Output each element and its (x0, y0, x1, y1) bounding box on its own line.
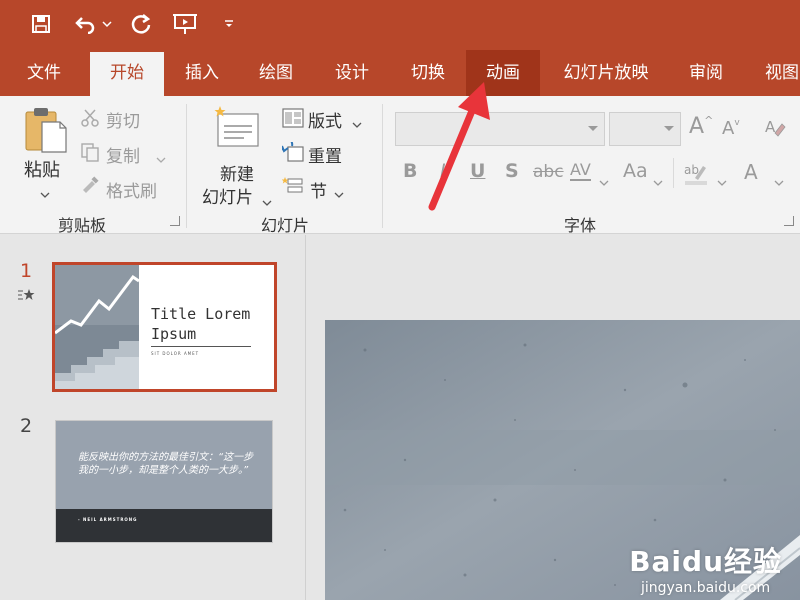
layout-button[interactable]: 版式 (308, 107, 342, 132)
highlight-dropdown-icon[interactable] (717, 172, 727, 191)
slides-group-label: 幻灯片 (260, 216, 309, 235)
paste-icon[interactable] (24, 106, 68, 158)
save-icon[interactable] (28, 10, 54, 38)
undo-icon[interactable] (72, 10, 98, 38)
font-family-combo[interactable] (395, 112, 605, 146)
slide-number-2: 2 (20, 415, 33, 437)
font-size-combo[interactable] (609, 112, 681, 146)
svg-text:A: A (765, 118, 776, 136)
font-color-button[interactable]: A (744, 160, 758, 184)
layout-dropdown-icon[interactable] (352, 114, 362, 133)
reset-icon[interactable] (279, 137, 304, 166)
customize-toolbar-icon[interactable] (222, 10, 236, 38)
baidu-watermark: Baidu经验 jingyan.baidu.com (629, 540, 782, 596)
new-slide-label[interactable]: 新建 (220, 160, 254, 185)
reset-button[interactable]: 重置 (308, 142, 342, 167)
change-case-dropdown-icon[interactable] (653, 172, 663, 191)
bold-button[interactable]: B (403, 160, 417, 182)
spacing-dropdown-icon[interactable] (599, 172, 609, 191)
watermark-brand: Baidu经验 (629, 545, 782, 578)
highlight-icon[interactable]: ab (683, 160, 709, 190)
strikethrough-button[interactable]: abc (533, 162, 564, 182)
copy-button[interactable]: 复制 (106, 142, 140, 167)
format-painter-button[interactable]: 格式刷 (106, 177, 157, 202)
clipboard-launcher-icon[interactable] (170, 216, 180, 226)
decrease-font-size-icon[interactable]: Av (722, 118, 740, 139)
font-divider (673, 158, 674, 188)
redo-icon[interactable] (128, 10, 154, 38)
ribbon-home: 粘贴 剪切 复制 格式刷 剪贴板 新建 幻灯片 版式 重置 节 幻灯片 A^ A… (0, 96, 800, 235)
tab-view[interactable]: 视图 (752, 50, 800, 96)
animation-star-icon (17, 287, 35, 306)
thumb1-title-line2: Ipsum (151, 325, 197, 343)
font-group-label: 字体 (563, 216, 596, 235)
tab-review[interactable]: 审阅 (674, 50, 738, 96)
tab-animations[interactable]: 动画 (466, 50, 540, 96)
group-divider (382, 104, 383, 228)
paste-label[interactable]: 粘贴 (24, 156, 60, 182)
slide-thumbnail-1[interactable]: Title Lorem Ipsum SIT DOLOR AMET (52, 262, 277, 392)
slide-thumbnail-2[interactable]: 能反映出你的方法的最佳引文：“这一步我的一小步，却是整个人类的一大步。” - N… (55, 420, 273, 543)
svg-text:ab: ab (684, 163, 699, 177)
tab-file[interactable]: 文件 (12, 50, 76, 96)
format-painter-icon[interactable] (80, 176, 100, 200)
group-divider (186, 104, 187, 228)
section-dropdown-icon[interactable] (334, 184, 344, 203)
thumb2-author: - NEIL ARMSTRONG (78, 517, 138, 522)
clear-formatting-icon[interactable]: A (764, 116, 786, 142)
slide-thumbnail-pane: 1 Title Lorem Ipsum SIT DOLOR AMET 2 能反映… (0, 235, 306, 600)
stairs-photo (55, 265, 139, 389)
start-from-beginning-icon[interactable] (170, 10, 200, 38)
section-icon[interactable] (281, 176, 304, 200)
character-spacing-button[interactable]: AV (570, 160, 591, 181)
change-case-button[interactable]: Aa (623, 160, 648, 182)
copy-dropdown-icon[interactable] (156, 149, 166, 168)
thumb1-subtitle: SIT DOLOR AMET (151, 351, 200, 356)
italic-button[interactable]: I (440, 160, 446, 182)
font-launcher-icon[interactable] (784, 216, 794, 226)
new-slide-icon[interactable] (212, 104, 262, 154)
tab-transitions[interactable]: 切换 (396, 50, 460, 96)
slide-editing-area: Baidu经验 jingyan.baidu.com (307, 235, 800, 600)
scissors-icon[interactable] (80, 108, 100, 132)
tab-home[interactable]: 开始 (90, 52, 164, 96)
thumb2-footer-band (56, 509, 272, 542)
copy-icon[interactable] (80, 142, 100, 166)
underline-button[interactable]: U (470, 160, 485, 182)
font-color-dropdown-icon[interactable] (774, 172, 784, 191)
increase-font-size-icon[interactable]: A^ (689, 114, 713, 139)
slide-number-1: 1 (20, 260, 33, 282)
paste-dropdown-icon[interactable] (40, 184, 50, 203)
tab-slide-show[interactable]: 幻灯片放映 (552, 50, 660, 96)
tab-insert[interactable]: 插入 (170, 50, 234, 96)
new-slide-label-2[interactable]: 幻灯片 (202, 183, 253, 208)
thumb1-divider (151, 346, 251, 347)
shadow-button[interactable]: S (505, 160, 519, 182)
clipboard-group-label: 剪贴板 (57, 216, 106, 235)
ribbon-tabs: 文件 开始 插入 绘图 设计 切换 动画 幻灯片放映 审阅 视图 (0, 50, 800, 96)
thumb2-quote: 能反映出你的方法的最佳引文：“这一步我的一小步，却是整个人类的一大步。” (78, 452, 254, 476)
watermark-url: jingyan.baidu.com (640, 580, 771, 596)
layout-icon[interactable] (282, 108, 304, 132)
tab-draw[interactable]: 绘图 (244, 50, 308, 96)
new-slide-dropdown-icon[interactable] (262, 192, 272, 211)
thumb1-title-line1: Title Lorem (151, 305, 251, 323)
title-bar (0, 0, 800, 50)
tab-design[interactable]: 设计 (320, 50, 384, 96)
cut-button[interactable]: 剪切 (106, 107, 140, 132)
section-button[interactable]: 节 (310, 177, 327, 202)
undo-dropdown-icon[interactable] (100, 10, 114, 38)
